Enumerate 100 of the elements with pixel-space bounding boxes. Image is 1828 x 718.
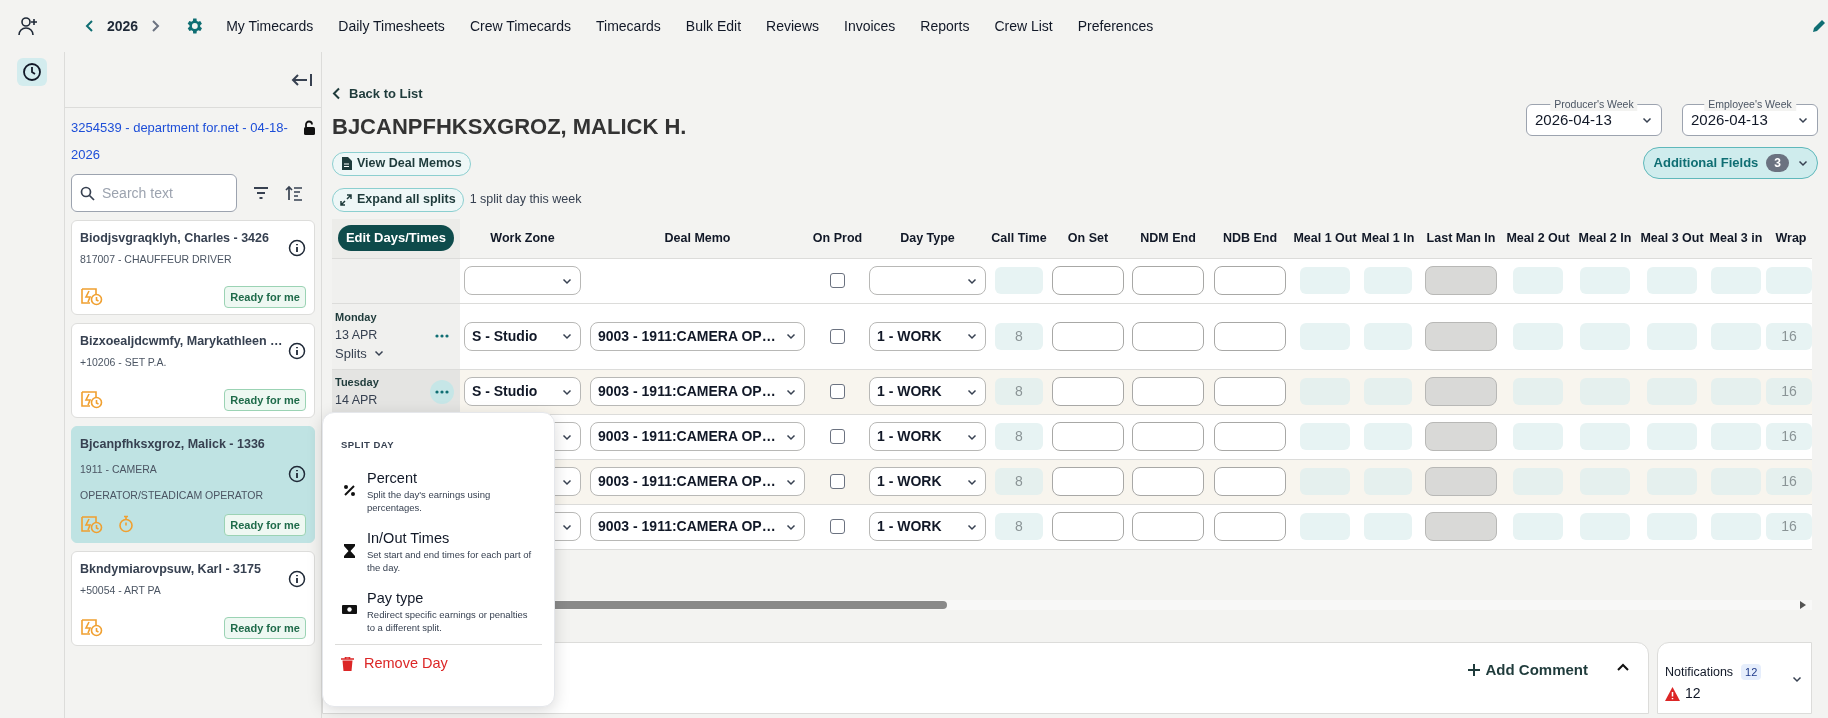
time-cell: 8: [995, 468, 1043, 495]
locked-time-cell: [1425, 512, 1497, 541]
nav-link[interactable]: My Timecards: [226, 15, 314, 37]
employee-title: BJCANPFHKSXGROZ, MALICK H.: [332, 112, 687, 141]
day-name: Tuesday: [335, 375, 379, 391]
clock-icon: [22, 62, 42, 82]
batch-link[interactable]: 3254539 - department for.net - 04-18-2026: [71, 114, 303, 168]
time-field[interactable]: [1214, 321, 1286, 351]
time-field[interactable]: [1214, 266, 1286, 295]
time-cell: [1364, 513, 1412, 540]
nav-link[interactable]: Reports: [920, 15, 970, 37]
checkbox[interactable]: [830, 384, 845, 399]
filter-icon[interactable]: [253, 186, 269, 200]
employee-card[interactable]: Bkndymiarovpsuw, Karl - 3175 +50054 - ART PA Ready for me: [71, 551, 315, 647]
time-cell: [1647, 322, 1697, 350]
employee-card[interactable]: Biodjsvgraqklyh, Charles - 3426 817007 - CHAUFFEUR DRIVER Ready for me: [71, 220, 315, 315]
deal-memo-select[interactable]: 9003 - 1911:CAMERA OP…: [590, 512, 805, 541]
unlocked-icon[interactable]: [303, 120, 317, 136]
time-cell: 16: [1766, 378, 1812, 405]
document-icon: [341, 157, 352, 170]
sort-icon[interactable]: [285, 185, 303, 201]
time-field[interactable]: [1052, 266, 1124, 295]
menu-item[interactable]: Percent Split the day's earnings using percentages.: [335, 468, 542, 515]
time-field[interactable]: [1052, 321, 1124, 351]
deal-memo-select[interactable]: 9003 - 1911:CAMERA OP…: [590, 377, 805, 406]
checkbox[interactable]: [830, 519, 845, 534]
time-cell: [1364, 267, 1412, 294]
employee-name: Bizxoealjdcwmfy, Marykathleen …: [80, 333, 283, 350]
employee-card[interactable]: Bjcanpfhksxgroz, Malick - 1336 1911 - CAMERA OPERATOR/STEADICAM OPERATOR Ready for me: [71, 426, 315, 544]
day-type-select[interactable]: 1 - WORK: [869, 467, 986, 496]
time-field[interactable]: [1214, 512, 1286, 541]
employee-name: Biodjsvgraqklyh, Charles - 3426: [80, 230, 269, 247]
pencil-icon[interactable]: [1810, 17, 1828, 35]
time-field[interactable]: [1214, 377, 1286, 406]
search-field[interactable]: Search text: [71, 174, 237, 212]
work-zone-select[interactable]: S - Studio: [464, 377, 581, 406]
view-deal-memos-button[interactable]: View Deal Memos: [332, 151, 471, 176]
expand-splits-button[interactable]: Expand all splits: [332, 187, 464, 212]
collapse-panel-icon[interactable]: [291, 71, 313, 88]
time-cell: [1513, 513, 1563, 540]
time-field[interactable]: [1132, 321, 1204, 351]
day-type-select[interactable]: 1 - WORK: [869, 512, 986, 541]
day-name: Monday: [335, 310, 378, 325]
time-field[interactable]: [1052, 377, 1124, 406]
time-field[interactable]: [1214, 467, 1286, 496]
deal-memo-select[interactable]: 9003 - 1911:CAMERA OP…: [590, 321, 805, 351]
time-field[interactable]: [1132, 377, 1204, 406]
nav-link[interactable]: Bulk Edit: [685, 15, 742, 37]
menu-item-label: In/Out Times: [367, 529, 451, 549]
time-cell: [1711, 322, 1761, 350]
time-field[interactable]: [1132, 266, 1204, 295]
add-user-icon[interactable]: [17, 15, 39, 37]
time-field[interactable]: [1132, 422, 1204, 451]
checkbox[interactable]: [830, 429, 845, 444]
nav-link[interactable]: Timecards: [596, 15, 661, 37]
remove-day-button[interactable]: Remove Day: [335, 653, 448, 675]
checkbox[interactable]: [830, 273, 845, 288]
time-field[interactable]: [1052, 467, 1124, 496]
chevron-up-icon[interactable]: [1616, 661, 1630, 672]
scroll-right-icon[interactable]: [1800, 600, 1806, 609]
splits-toggle[interactable]: Splits: [335, 343, 385, 363]
nav-link[interactable]: Crew List: [994, 15, 1053, 37]
nav-link[interactable]: Crew Timecards: [469, 15, 571, 37]
additional-fields-button[interactable]: Additional Fields 3: [1642, 147, 1818, 179]
column-header: Meal 2 In: [1577, 229, 1633, 247]
deal-memo-select[interactable]: 9003 - 1911:CAMERA OP…: [590, 467, 805, 496]
time-field[interactable]: [1132, 467, 1204, 496]
employee-card[interactable]: Bizxoealjdcwmfy, Marykathleen … +10206 - SET P.A. Ready for me: [71, 323, 315, 418]
time-cell: [1513, 423, 1563, 450]
checkbox[interactable]: [830, 474, 845, 489]
time-field[interactable]: [1214, 422, 1286, 451]
time-cell: [1766, 267, 1812, 294]
menu-item[interactable]: Pay type Redirect specific earnings or penalties to a different split.: [335, 588, 542, 635]
time-field[interactable]: [1052, 422, 1124, 451]
nav-link[interactable]: Invoices: [844, 15, 896, 37]
info-icon[interactable]: [288, 342, 306, 360]
deal-memo-select[interactable]: 9003 - 1911:CAMERA OP…: [590, 422, 805, 451]
info-icon[interactable]: [288, 465, 306, 483]
time-field[interactable]: [1052, 512, 1124, 541]
day-type-select[interactable]: 1 - WORK: [869, 377, 986, 406]
employee-name: Bjcanpfhksxgroz, Malick - 1336: [80, 436, 265, 453]
warning-icon: [1665, 686, 1680, 701]
checkbox[interactable]: [830, 328, 845, 344]
work-zone-select[interactable]: S - Studio: [464, 321, 581, 351]
day-type-select[interactable]: 1 - WORK: [869, 422, 986, 451]
time-field[interactable]: [1132, 512, 1204, 541]
add-comment-button[interactable]: Add Comment: [1467, 658, 1588, 681]
nav-link[interactable]: Preferences: [1077, 15, 1154, 37]
nav-link[interactable]: Daily Timesheets: [338, 15, 445, 37]
column-header: NDB End: [1221, 229, 1279, 247]
timesheet-rail-tab[interactable]: [17, 58, 47, 86]
menu-item-description: Redirect specific earnings or penalties to a different split.: [367, 608, 529, 635]
info-icon[interactable]: [288, 570, 306, 589]
locked-time-cell: [1425, 422, 1497, 451]
info-icon[interactable]: [288, 239, 306, 257]
nav-link[interactable]: Reviews: [766, 15, 819, 37]
menu-item[interactable]: In/Out Times Set start and end times for each part of the day.: [335, 528, 542, 575]
edit-days-button[interactable]: Edit Days/Times: [337, 225, 455, 251]
back-link[interactable]: Back to List: [332, 84, 687, 104]
day-type-select[interactable]: 1 - WORK: [869, 321, 986, 351]
